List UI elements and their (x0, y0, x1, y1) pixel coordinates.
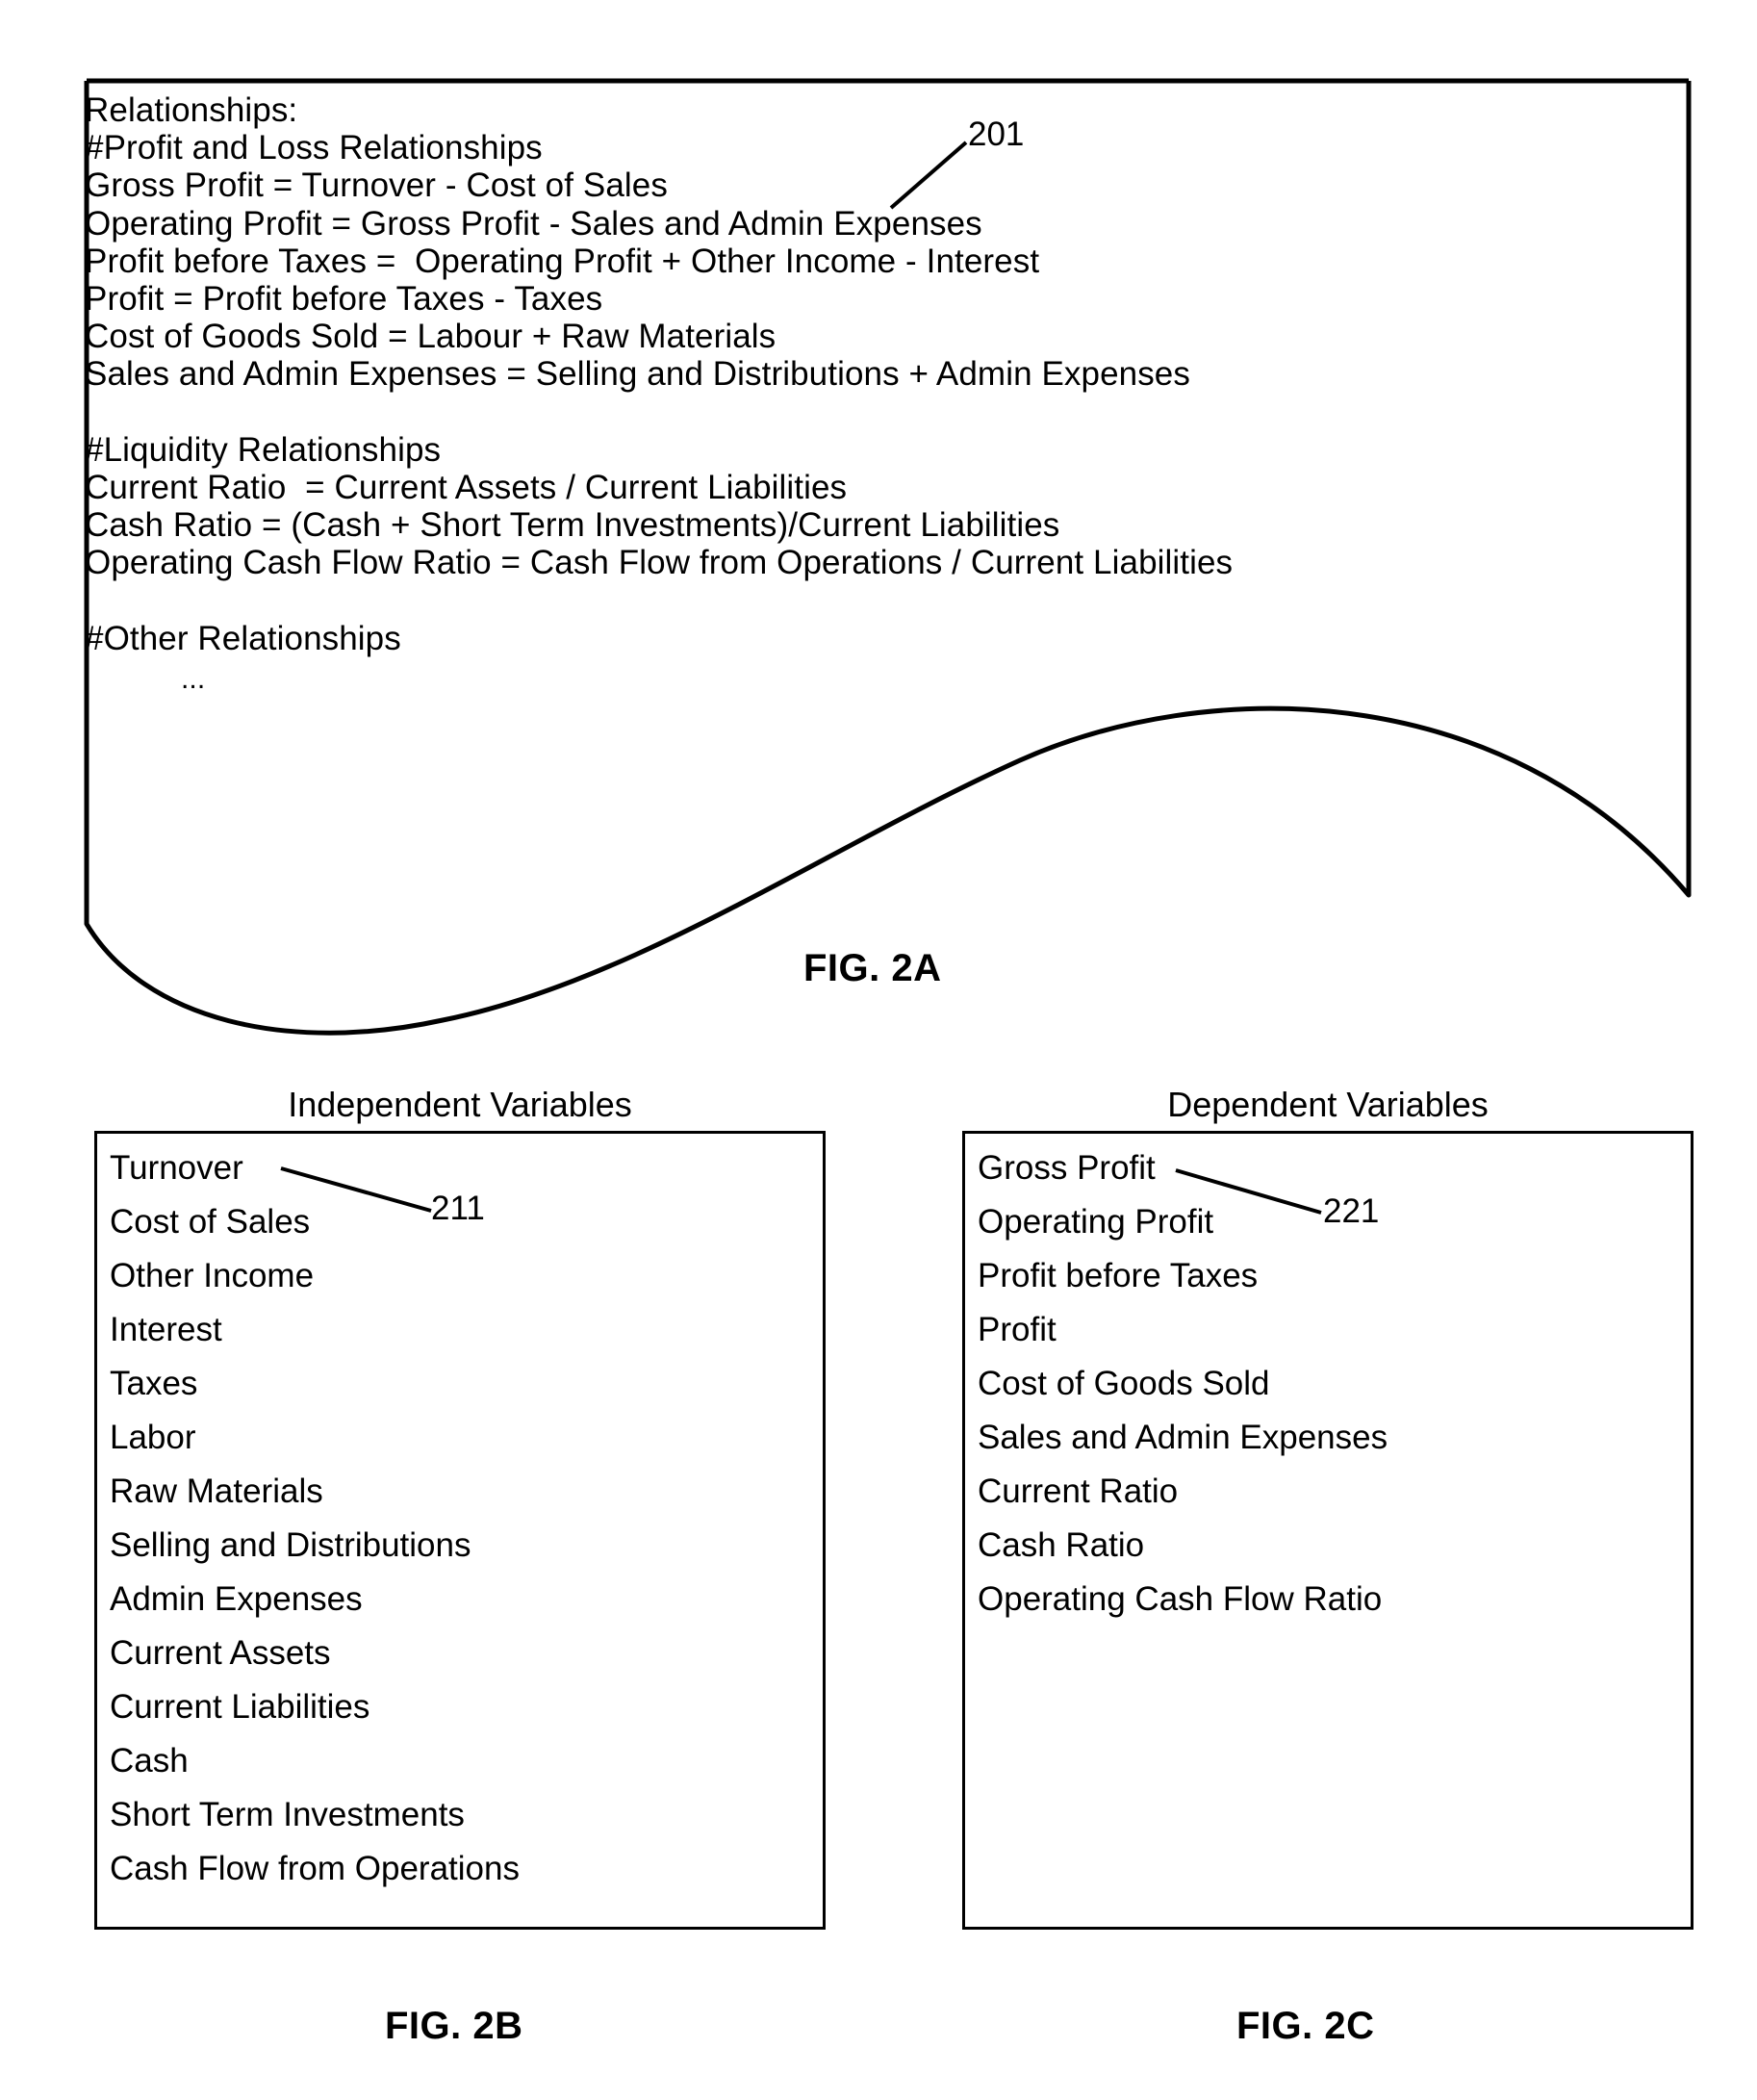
list-item: Cost of Goods Sold (978, 1365, 1270, 1402)
relationship-line: Gross Profit = Turnover - Cost of Sales (85, 166, 668, 205)
relationship-continuation-ellipsis: ... (181, 663, 206, 696)
figure-caption-2b: FIG. 2B (385, 2005, 523, 2047)
relationship-line: Current Ratio = Current Assets / Current… (85, 469, 848, 507)
relationship-line: Cash Ratio = (Cash + Short Term Investme… (85, 506, 1060, 545)
relationship-line: Cost of Goods Sold = Labour + Raw Materi… (85, 318, 777, 356)
leader-line-221 (1175, 1168, 1322, 1215)
figure-2a: 201 Relationships: #Profit and Loss Rela… (0, 0, 1757, 1059)
list-item: Cash (110, 1742, 189, 1780)
list-item: Current Liabilities (110, 1688, 370, 1726)
figure-caption-2c: FIG. 2C (1236, 2005, 1375, 2047)
relationship-line: #Profit and Loss Relationships (85, 129, 543, 167)
relationship-line: Sales and Admin Expenses = Selling and D… (85, 355, 1190, 394)
list-item: Sales and Admin Expenses (978, 1419, 1388, 1456)
list-item: Profit before Taxes (978, 1257, 1259, 1294)
leader-line-211 (280, 1166, 432, 1213)
relationship-line: #Other Relationships (85, 619, 401, 657)
relationship-line: Profit = Profit before Taxes - Taxes (85, 280, 603, 319)
dependent-variables-title: Dependent Variables (1167, 1085, 1489, 1124)
list-item: Admin Expenses (110, 1580, 363, 1618)
list-item: Current Assets (110, 1634, 331, 1672)
list-item: Taxes (110, 1365, 198, 1402)
relationship-line: #Liquidity Relationships (85, 430, 442, 469)
list-item: Current Ratio (978, 1473, 1179, 1510)
patent-figure-sheet: 201 Relationships: #Profit and Loss Rela… (0, 0, 1757, 2100)
reference-numeral-221: 221 (1323, 1192, 1380, 1230)
relationship-line: Operating Profit = Gross Profit - Sales … (85, 204, 982, 243)
list-item: Operating Cash Flow Ratio (978, 1580, 1383, 1618)
list-item: Profit (978, 1311, 1057, 1348)
relationships-text-block: Relationships: #Profit and Loss Relation… (85, 91, 1672, 702)
independent-variables-list: Turnover Cost of Sales Other Income Inte… (110, 1141, 822, 1896)
list-item: Interest (110, 1311, 222, 1348)
list-item: Cash Flow from Operations (110, 1850, 520, 1887)
independent-variables-title: Independent Variables (288, 1085, 632, 1124)
list-item: Cash Ratio (978, 1526, 1145, 1564)
list-item: Selling and Distributions (110, 1526, 471, 1564)
list-item: Short Term Investments (110, 1796, 465, 1833)
relationship-line: Profit before Taxes = Operating Profit +… (85, 242, 1040, 280)
relationship-line: Operating Cash Flow Ratio = Cash Flow fr… (85, 544, 1234, 582)
list-item: Other Income (110, 1257, 315, 1294)
relationship-line: Relationships: (85, 91, 298, 129)
list-item: Labor (110, 1419, 196, 1456)
figure-caption-2a: FIG. 2A (803, 947, 942, 989)
list-item: Raw Materials (110, 1473, 323, 1510)
reference-numeral-211: 211 (431, 1190, 485, 1227)
list-item: Turnover (110, 1149, 243, 1187)
